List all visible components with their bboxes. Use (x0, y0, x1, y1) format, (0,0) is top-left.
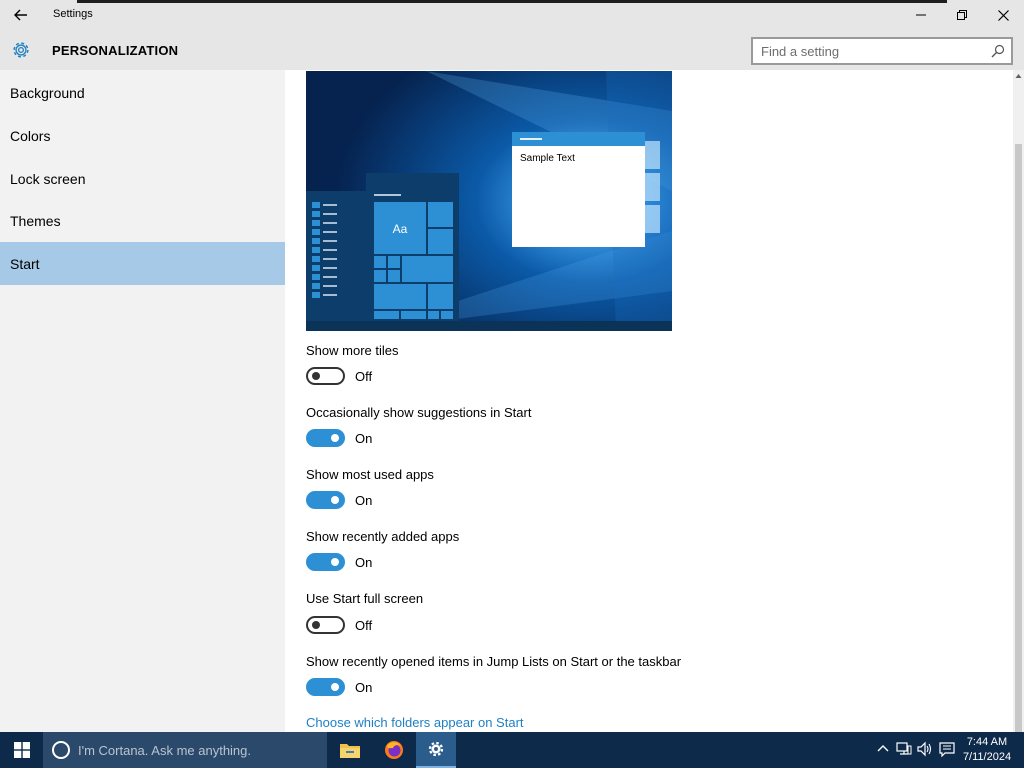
taskbar-file-explorer[interactable] (330, 732, 370, 768)
cortana-placeholder: I'm Cortana. Ask me anything. (78, 743, 252, 758)
minimize-icon (916, 14, 926, 16)
back-arrow-icon (14, 9, 27, 21)
close-icon (997, 9, 1009, 21)
setting-label-recently-added-apps: Show recently added apps (306, 529, 460, 544)
taskbar-settings[interactable] (416, 732, 456, 768)
folder-icon (340, 744, 360, 758)
sidebar-item-start[interactable]: Start (0, 242, 285, 285)
close-button[interactable] (982, 0, 1024, 30)
toggle-state-text: Off (355, 618, 373, 633)
clock-date: 7/11/2024 (962, 751, 1012, 763)
content-scrollbar[interactable] (1013, 70, 1024, 732)
volume-icon[interactable] (917, 741, 933, 757)
setting-label-suggestions: Occasionally show suggestions in Start (306, 405, 532, 420)
search-icon[interactable] (991, 44, 1005, 58)
toggle-most-used-apps[interactable] (306, 491, 345, 509)
sidebar-item-label: Lock screen (10, 170, 86, 187)
start-button[interactable] (0, 732, 43, 768)
toggle-knob (312, 621, 320, 629)
action-center-icon[interactable] (939, 741, 955, 757)
toggle-knob (331, 434, 339, 442)
gear-icon (13, 42, 29, 58)
preview-sample-text: Sample Text (520, 153, 575, 164)
preview-tile-text: Aa (393, 222, 408, 236)
title-bar-top-line (77, 0, 947, 3)
toggle-state-text: On (355, 493, 373, 508)
cortana-search-box[interactable]: I'm Cortana. Ask me anything. (43, 732, 327, 768)
toggle-full-screen[interactable] (306, 616, 345, 634)
scrollbar-thumb[interactable] (1015, 144, 1022, 732)
taskbar-clock[interactable]: 7:44 AM 7/11/2024 (956, 735, 1018, 765)
setting-label-jump-lists: Show recently opened items in Jump Lists… (306, 654, 682, 669)
sidebar-item-lock-screen[interactable]: Lock screen (0, 157, 285, 200)
window-title: Settings (53, 8, 93, 20)
choose-folders-link[interactable]: Choose which folders appear on Start (306, 715, 524, 730)
sidebar-item-label: Colors (10, 127, 51, 144)
setting-label-show-more-tiles: Show more tiles (306, 343, 399, 358)
search-input[interactable] (753, 39, 983, 63)
start-preview: Aa Sample Text (306, 71, 672, 331)
chevron-up-icon[interactable] (875, 741, 891, 757)
setting-label-full-screen: Use Start full screen (306, 591, 424, 606)
toggle-suggestions[interactable] (306, 429, 345, 447)
toggle-knob (331, 558, 339, 566)
taskbar-firefox[interactable] (374, 732, 414, 768)
cortana-icon (52, 741, 70, 759)
taskbar: I'm Cortana. Ask me anything. 7:44 AM 7/… (0, 732, 1024, 768)
page-title: PERSONALIZATION (52, 43, 179, 58)
sidebar-item-colors[interactable]: Colors (0, 114, 285, 157)
sidebar-item-background[interactable]: Background (0, 71, 285, 114)
sidebar-item-label: Start (10, 255, 40, 272)
settings-header: PERSONALIZATION (0, 30, 1024, 70)
scroll-up-arrow-icon[interactable] (1015, 72, 1022, 80)
title-bar: Settings (0, 0, 1024, 30)
toggle-knob (331, 683, 339, 691)
sidebar: Background Colors Lock screen Themes Sta… (0, 70, 285, 732)
restore-button[interactable] (941, 0, 983, 30)
back-button[interactable] (0, 0, 42, 30)
toggle-jump-lists[interactable] (306, 678, 345, 696)
setting-label-most-used-apps: Show most used apps (306, 467, 434, 482)
minimize-button[interactable] (900, 0, 942, 30)
toggle-state-text: On (355, 680, 373, 695)
toggle-state-text: Off (355, 369, 373, 384)
sidebar-item-label: Themes (10, 212, 61, 229)
content-pane: Aa Sample Text Show more tiles Off Occas… (285, 70, 1013, 732)
clock-time: 7:44 AM (966, 736, 1008, 748)
firefox-icon (385, 741, 403, 759)
windows-logo-icon (13, 742, 30, 758)
sidebar-item-label: Background (10, 84, 85, 101)
sidebar-item-themes[interactable]: Themes (0, 199, 285, 242)
preview-wallpaper: Aa Sample Text (306, 71, 672, 331)
restore-icon (957, 10, 967, 20)
toggle-show-more-tiles[interactable] (306, 367, 345, 385)
toggle-recently-added-apps[interactable] (306, 553, 345, 571)
toggle-state-text: On (355, 431, 373, 446)
toggle-knob (312, 372, 320, 380)
gear-icon (428, 741, 444, 757)
toggle-state-text: On (355, 555, 373, 570)
toggle-knob (331, 496, 339, 504)
network-icon[interactable] (896, 741, 912, 757)
search-box[interactable] (751, 37, 1013, 65)
